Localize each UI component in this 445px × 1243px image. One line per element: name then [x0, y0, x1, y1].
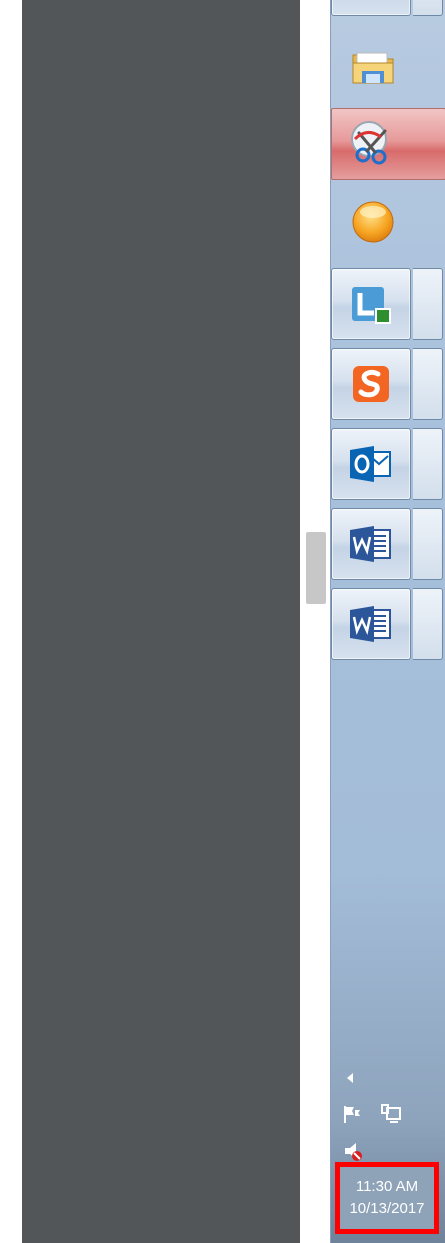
chrome-taskbar-button[interactable]	[331, 0, 411, 16]
taskbar-clock[interactable]: 11:30 AM 10/13/2017	[335, 1162, 439, 1234]
scrollbar-thumb[interactable]	[306, 532, 326, 604]
word-icon	[350, 606, 391, 642]
lync-group-edge	[413, 268, 443, 340]
system-tray	[330, 1062, 445, 1172]
snagit-icon	[353, 366, 389, 402]
lync-icon	[352, 287, 391, 324]
outlook-taskbar-button[interactable]	[331, 428, 411, 500]
clock-time: 11:30 AM	[355, 1178, 419, 1195]
scrollbar-track[interactable]	[300, 0, 330, 1243]
outlook-group-edge	[413, 428, 443, 500]
clock-date: 10/13/2017	[349, 1200, 425, 1217]
file-explorer-taskbar-button[interactable]	[333, 30, 413, 102]
speaker-muted-icon[interactable]	[342, 1140, 364, 1162]
network-icon[interactable]	[380, 1104, 402, 1124]
chrome-icon	[349, 0, 393, 2]
snipping-tool-taskbar-button[interactable]	[331, 108, 445, 180]
folder-icon	[352, 52, 394, 84]
word-taskbar-button-1[interactable]	[331, 508, 411, 580]
chrome-group-edge	[413, 0, 443, 16]
window-edge	[0, 0, 22, 1243]
word-taskbar-button-2[interactable]	[331, 588, 411, 660]
lync-taskbar-button[interactable]	[331, 268, 411, 340]
chevron-left-icon[interactable]	[345, 1072, 355, 1084]
orb-app-taskbar-button[interactable]	[333, 186, 413, 258]
flag-icon[interactable]	[342, 1104, 362, 1124]
outlook-icon	[350, 446, 391, 482]
taskbar	[330, 0, 445, 1243]
snagit-taskbar-button[interactable]	[331, 348, 411, 420]
snagit-group-edge	[413, 348, 443, 420]
word-icon	[350, 526, 391, 562]
document-panel	[22, 0, 300, 1243]
word-group-edge-1	[413, 508, 443, 580]
word-group-edge-2	[413, 588, 443, 660]
orange-orb-icon	[352, 201, 394, 243]
scissors-icon	[351, 121, 387, 165]
